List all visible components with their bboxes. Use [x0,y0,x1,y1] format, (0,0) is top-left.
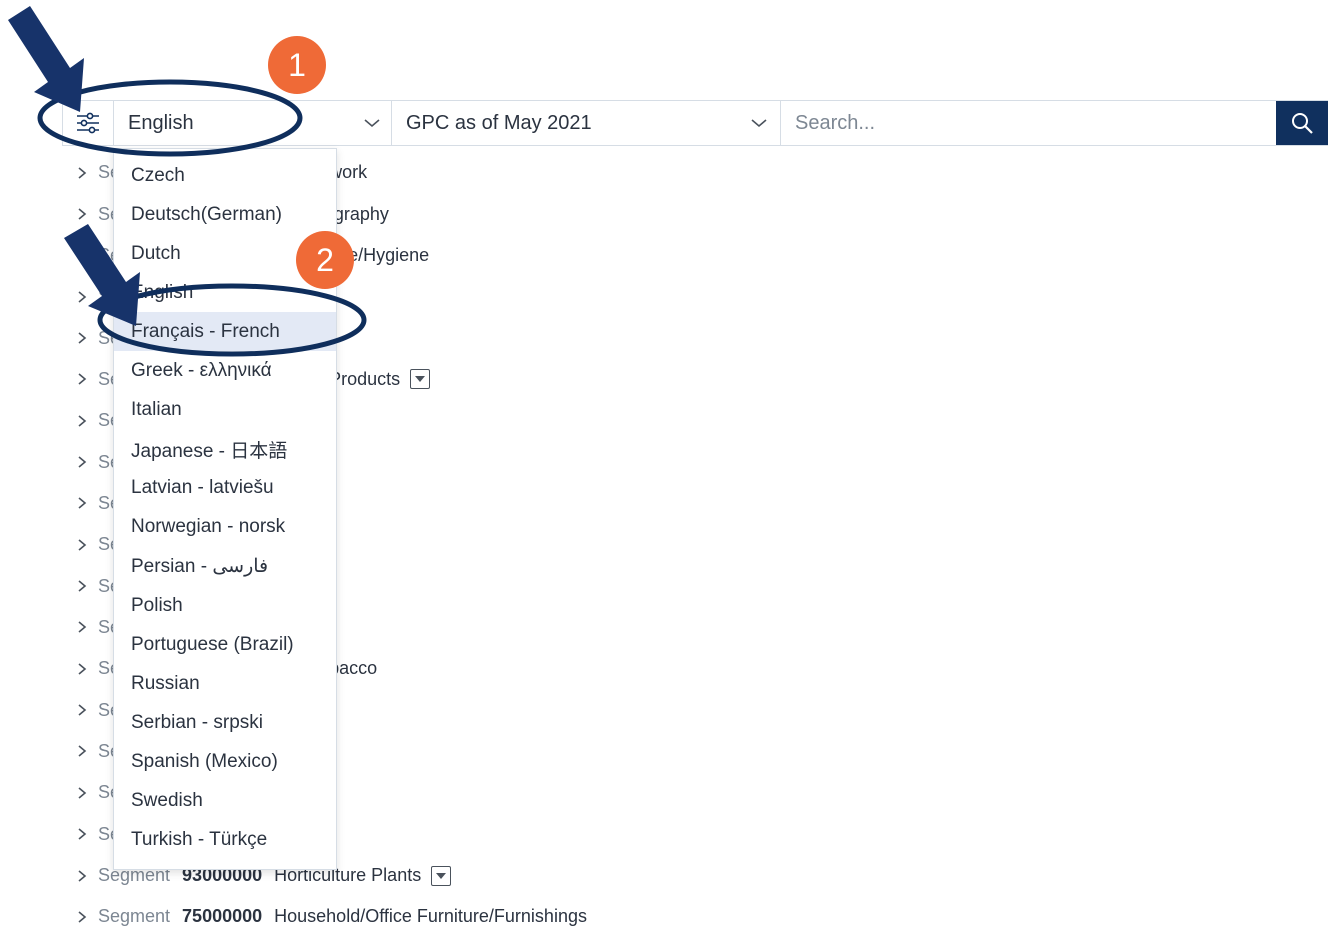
language-option[interactable]: Russian [114,664,336,703]
chevron-right-icon[interactable] [76,869,98,883]
filter-sliders-icon[interactable] [62,101,114,145]
chevron-right-icon[interactable] [76,662,98,676]
chevron-right-icon[interactable] [76,744,98,758]
arrow-icon [8,6,84,112]
search-icon [1292,113,1313,134]
language-option[interactable]: Français - French [114,312,336,352]
chevron-right-icon[interactable] [76,496,98,510]
chevron-right-icon[interactable] [76,248,98,262]
chevron-right-icon[interactable] [76,703,98,717]
language-option[interactable]: Italian [114,391,336,430]
chevron-right-icon[interactable] [76,786,98,800]
search-button[interactable] [1276,101,1328,145]
chevron-right-icon[interactable] [76,414,98,428]
language-option[interactable]: Spanish (Mexico) [114,742,336,781]
search-input[interactable] [781,101,1276,145]
gpc-version-value: GPC as of May 2021 [406,111,592,134]
segment-code: 75000000 [182,906,263,927]
segment-label: Segment [98,906,171,927]
chevron-down-icon [363,117,381,129]
chevron-right-icon[interactable] [76,372,98,386]
chevron-right-icon[interactable] [76,331,98,345]
step-badge-1: 1 [268,36,326,94]
chevron-right-icon[interactable] [76,910,98,924]
chevron-right-icon[interactable] [76,827,98,841]
chevron-right-icon[interactable] [76,620,98,634]
chevron-right-icon[interactable] [76,538,98,552]
language-option[interactable]: Japanese - 日本語 [114,430,336,469]
language-option[interactable]: Persian - فارسی [114,547,336,586]
language-option[interactable]: Norwegian - norsk [114,508,336,547]
language-select[interactable]: English [114,101,392,145]
language-option[interactable]: Polish [114,586,336,625]
chevron-right-icon[interactable] [76,579,98,593]
segment-title: Household/Office Furniture/Furnishings [274,906,587,927]
language-option[interactable]: Turkish - Türkçe [114,821,336,860]
language-option[interactable]: Portuguese (Brazil) [114,625,336,664]
language-option[interactable]: Swedish [114,782,336,821]
caret-down-box-icon[interactable] [410,369,431,390]
language-option[interactable]: Deutsch(German) [114,195,336,234]
caret-down-box-icon[interactable] [431,865,452,886]
toolbar: English GPC as of May 2021 [62,100,1328,146]
language-select-value: English [128,111,194,134]
chevron-right-icon[interactable] [76,290,98,304]
language-option[interactable]: Latvian - latviešu [114,469,336,508]
step-badge-2: 2 [296,231,354,289]
gpc-version-select[interactable]: GPC as of May 2021 [392,101,781,145]
language-option[interactable]: Czech [114,156,336,195]
language-option[interactable]: Serbian - srpski [114,703,336,742]
chevron-right-icon[interactable] [76,207,98,221]
segment-row[interactable]: Segment 75000000 Household/Office Furnitur… [76,896,597,937]
chevron-right-icon[interactable] [76,455,98,469]
language-option[interactable]: Greek - ελληνικά [114,351,336,390]
chevron-down-icon [750,117,768,129]
chevron-right-icon[interactable] [76,166,98,180]
